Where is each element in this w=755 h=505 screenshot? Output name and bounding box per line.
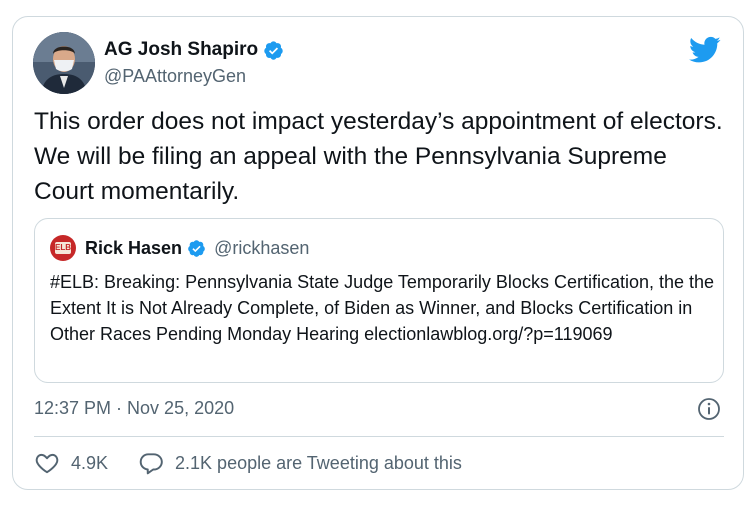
twitter-bird-icon[interactable]	[689, 36, 721, 64]
quoted-author-name[interactable]: Rick Hasen	[85, 238, 182, 259]
quoted-avatar-logo: ELB	[55, 242, 71, 254]
tweet-text: This order does not impact yesterday’s a…	[34, 108, 723, 205]
author-handle[interactable]: @PAAttorneyGen	[104, 66, 284, 87]
speech-bubble-icon	[139, 453, 163, 475]
reply-label: 2.1K people are Tweeting about this	[175, 452, 462, 473]
author-avatar-image	[33, 32, 95, 94]
heart-icon	[35, 453, 59, 474]
tweet-card[interactable]: AG Josh Shapiro @PAAttorneyGen This orde…	[12, 16, 744, 490]
tweet-actions: 4.9K 2.1K people are Tweeting about this	[34, 450, 462, 476]
quoted-author-handle[interactable]: @rickhasen	[214, 238, 309, 259]
divider	[34, 436, 724, 437]
quoted-tweet-text: #ELB: Breaking: Pennsylvania State Judge…	[50, 272, 715, 344]
quoted-author-avatar[interactable]: ELB	[50, 235, 76, 261]
verified-badge-icon	[264, 40, 283, 60]
reply-button[interactable]: 2.1K people are Tweeting about this	[138, 450, 462, 476]
like-count: 4.9K	[71, 452, 109, 473]
verified-badge-icon	[188, 239, 205, 257]
quoted-tweet[interactable]: ELB Rick Hasen @rickhasen #ELB: Breaking…	[34, 218, 724, 383]
tweet-timestamp[interactable]: 12:37 PM · Nov 25, 2020	[34, 398, 234, 419]
info-icon[interactable]	[697, 397, 721, 421]
author-name[interactable]: AG Josh Shapiro	[104, 39, 258, 61]
author-avatar[interactable]	[33, 32, 95, 94]
like-button[interactable]: 4.9K	[34, 450, 108, 476]
